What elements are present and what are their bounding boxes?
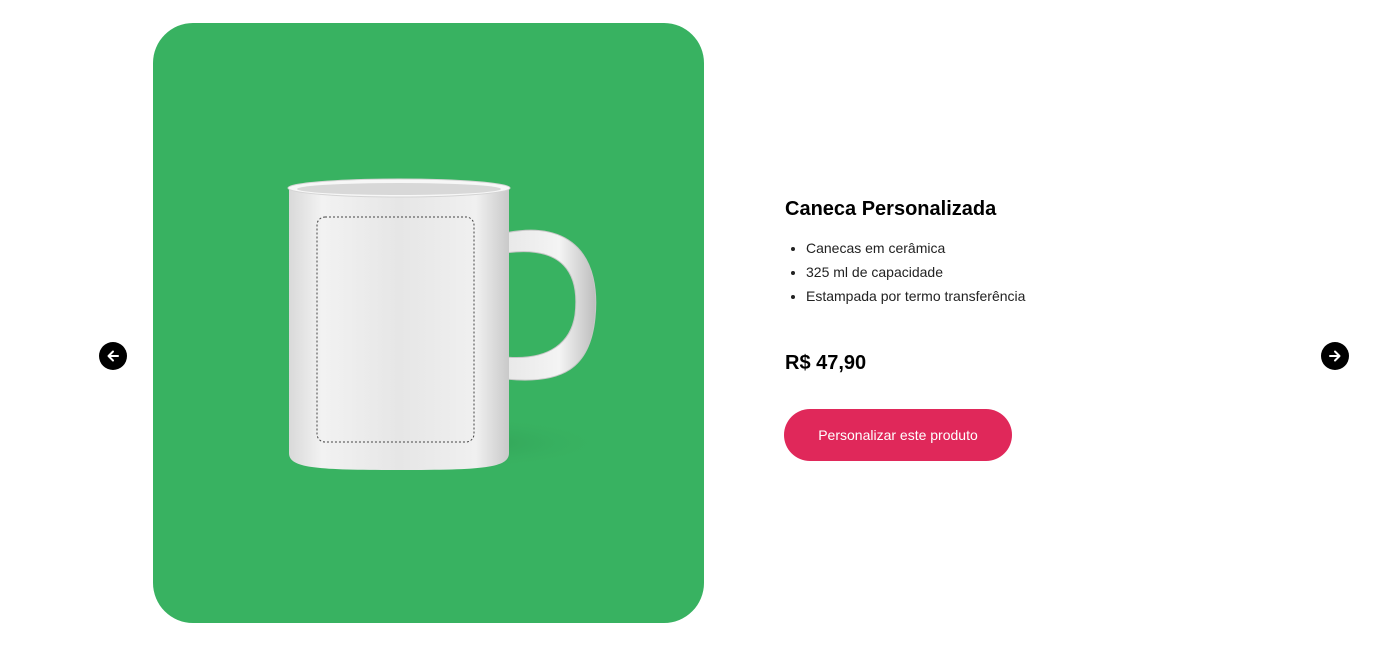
- carousel-prev-button[interactable]: [99, 342, 127, 370]
- feature-item: Canecas em cerâmica: [806, 236, 1285, 260]
- carousel-next-button[interactable]: [1321, 342, 1349, 370]
- arrow-left-icon: [107, 350, 119, 362]
- customize-product-button[interactable]: Personalizar este produto: [784, 409, 1012, 461]
- feature-item: Estampada por termo transferência: [806, 284, 1285, 308]
- product-image: [153, 23, 704, 623]
- feature-item: 325 ml de capacidade: [806, 260, 1285, 284]
- product-title: Caneca Personalizada: [785, 198, 997, 220]
- product-features: Canecas em cerâmica 325 ml de capacidade…: [785, 236, 1285, 308]
- mug-icon: [273, 178, 613, 471]
- product-carousel: Caneca Personalizada Canecas em cerâmica…: [0, 0, 1392, 651]
- arrow-right-icon: [1329, 350, 1341, 362]
- product-price: R$ 47,90: [785, 352, 867, 374]
- product-info: Caneca Personalizada Canecas em cerâmica…: [785, 196, 1285, 376]
